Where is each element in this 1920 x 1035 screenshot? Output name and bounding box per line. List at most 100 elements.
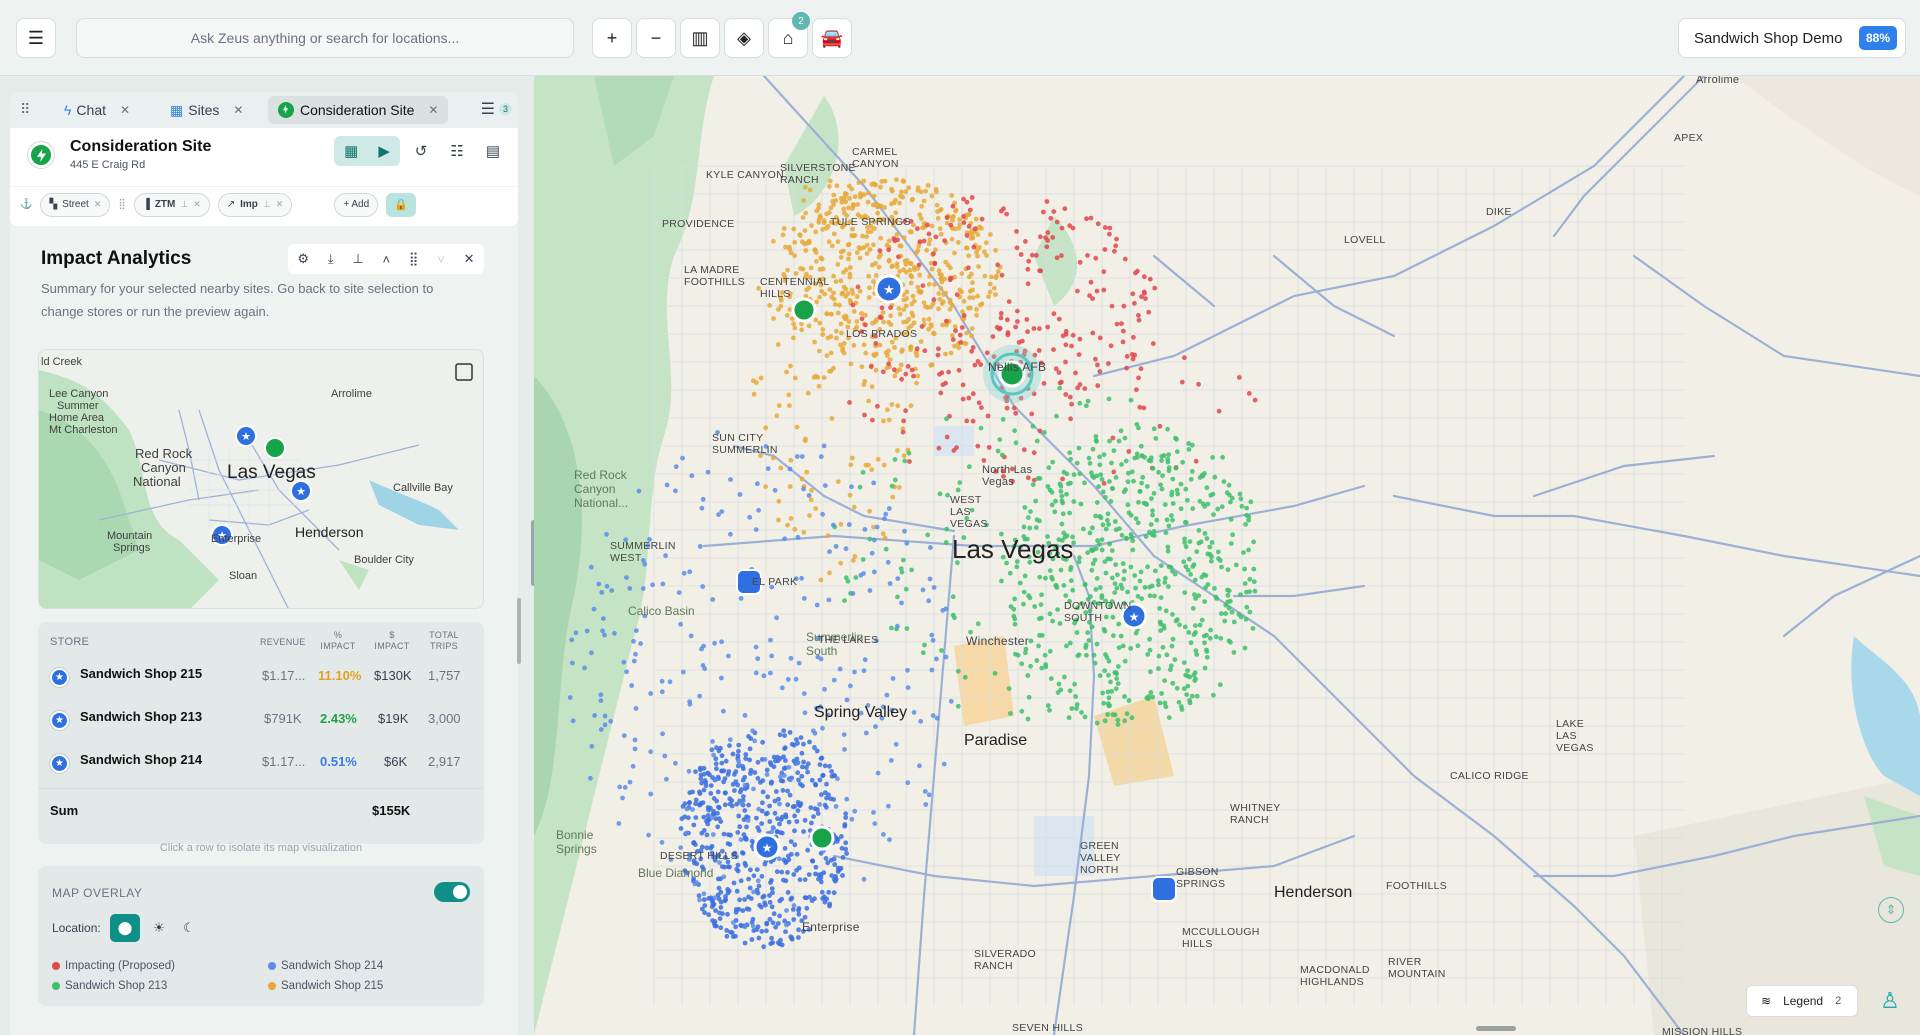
table-row[interactable]: ★ Sandwich Shop 215 $1.17... 11.10% $130… [38, 654, 484, 697]
chevron-up-icon[interactable]: ˄ [383, 252, 391, 267]
chevron-down-icon[interactable]: ˅ [437, 252, 445, 267]
comments-button[interactable]: ▤ [478, 136, 508, 166]
drive-time-button[interactable]: 🚘 [812, 18, 852, 58]
close-icon[interactable]: ✕ [464, 251, 475, 267]
trip-dot [833, 804, 839, 809]
tab-list-button[interactable]: ☰ 3 [481, 99, 512, 119]
tab-consideration-site[interactable]: Consideration Site ✕ [268, 96, 449, 124]
project-selector[interactable]: Sandwich Shop Demo 88% [1678, 18, 1906, 58]
main-map[interactable]: ★ ★ ★ Las Vegas Spring Valley Paradise H… [534, 76, 1920, 1035]
day-mode-button[interactable]: ☀ [144, 914, 174, 942]
trip-dot [1044, 199, 1050, 204]
store-pin-icon: ★ [50, 668, 69, 687]
trip-dot [805, 390, 811, 396]
fullscreen-icon[interactable] [451, 364, 469, 382]
trip-dot [1021, 589, 1027, 595]
table-row[interactable]: ★ Sandwich Shop 214 $1.17... 0.51% $6K 2… [38, 740, 484, 783]
trip-dot [1136, 425, 1141, 431]
pin-icon[interactable]: ⊥ [263, 199, 271, 210]
map-label-kyle-canyon: KYLE CANYON [706, 169, 784, 181]
search-input[interactable]: Ask Zeus anything or search for location… [76, 18, 574, 58]
trip-dot [870, 202, 876, 208]
map-overlay-toggle[interactable] [434, 882, 470, 902]
trip-dot [813, 229, 819, 235]
chip-street[interactable]: ▚ Street ✕ [40, 192, 111, 217]
map-bottom-handle[interactable] [1476, 1026, 1516, 1031]
zoom-in-button[interactable]: + [592, 18, 632, 58]
trip-dot [948, 275, 954, 281]
trip-dot [1068, 578, 1074, 584]
download-icon[interactable]: ⤓ [328, 251, 334, 267]
zoom-out-button[interactable]: − [636, 18, 676, 58]
trip-dot [926, 231, 932, 237]
tab-chat[interactable]: ϟ Chat ✕ [54, 96, 140, 124]
trip-dot [867, 508, 872, 514]
lock-button[interactable]: 🔒 [386, 192, 417, 217]
street-view-pegman[interactable]: ♙ [1874, 983, 1906, 1019]
map-style-button[interactable]: ▥ [680, 18, 720, 58]
add-chip-button[interactable]: + Add [334, 192, 379, 217]
trip-dot [769, 878, 774, 883]
trip-dot [632, 746, 638, 752]
layers-button[interactable]: ◈ [724, 18, 764, 58]
chip-ztm[interactable]: ▐ ZTM ⊥ ✕ [133, 192, 210, 217]
trip-dot [1122, 694, 1127, 699]
drag-icon[interactable]: ⣿ [409, 251, 419, 267]
trip-dot [1093, 255, 1099, 261]
trip-dot [736, 758, 741, 764]
trip-dot [1114, 236, 1119, 242]
trip-dot [814, 602, 820, 608]
trip-dot [772, 810, 778, 816]
chip-imp[interactable]: ↗ Imp ⊥ ✕ [217, 192, 293, 217]
trip-dot [1143, 534, 1149, 539]
menu-button[interactable]: ☰ [16, 18, 56, 58]
table-row[interactable]: ★ Sandwich Shop 213 $791K 2.43% $19K 3,0… [38, 697, 484, 740]
trip-dot [813, 259, 819, 264]
trip-dot [820, 327, 826, 332]
panel-scrollbar[interactable] [517, 598, 521, 664]
trip-dot [794, 424, 800, 430]
close-icon[interactable]: ✕ [120, 103, 130, 117]
trip-dot [787, 466, 793, 472]
location-pin-button[interactable]: ⬤ [110, 914, 140, 942]
stores-button[interactable]: ⌂ 2 [768, 12, 810, 58]
trip-dot [1103, 570, 1109, 576]
close-icon[interactable]: ✕ [428, 103, 438, 117]
night-mode-button[interactable]: ☾ [174, 914, 204, 942]
pin-icon[interactable]: ⊥ [180, 199, 188, 210]
trip-dot [964, 330, 970, 336]
settings-sliders-button[interactable]: ☷ [442, 136, 472, 166]
close-icon[interactable]: ✕ [233, 103, 243, 117]
trip-dot [1043, 575, 1048, 581]
history-button[interactable]: ↺ [406, 136, 436, 166]
trip-dot [1156, 666, 1161, 671]
trip-dot [1041, 209, 1046, 215]
trip-dot [1243, 616, 1249, 622]
trip-dot [872, 569, 877, 575]
close-icon[interactable]: ✕ [94, 199, 102, 210]
trip-dot [760, 789, 766, 795]
trip-dot [888, 313, 894, 319]
trip-dot [1074, 630, 1080, 635]
trip-dot [1037, 574, 1043, 580]
mini-map[interactable]: ★ ★ ★ ld Creek Lee Canyon Summer Home Ar… [38, 349, 484, 609]
trip-dot [929, 266, 935, 272]
trip-dot [1144, 484, 1150, 489]
tab-sites[interactable]: ▦ Sites ✕ [160, 96, 253, 124]
trip-dot [861, 178, 867, 184]
trip-dot [1168, 667, 1173, 673]
pin-icon[interactable]: ⊥ [352, 251, 363, 267]
compass-button[interactable]: ⇕ [1878, 897, 1904, 923]
gear-icon[interactable]: ⚙ [297, 251, 309, 267]
trip-dot [620, 795, 625, 801]
trip-dot [957, 287, 963, 293]
run-preview-button[interactable]: ▦ ▶ [334, 136, 400, 166]
close-icon[interactable]: ✕ [193, 199, 201, 210]
drag-handle-icon[interactable]: ⠿ [20, 101, 30, 118]
map-legend-button[interactable]: ≋ Legend 2 [1746, 985, 1858, 1017]
trip-dot [818, 255, 824, 261]
close-icon[interactable]: ✕ [276, 199, 284, 210]
trip-dot [829, 243, 835, 249]
trip-dot [926, 316, 932, 322]
trip-dot [860, 557, 866, 562]
